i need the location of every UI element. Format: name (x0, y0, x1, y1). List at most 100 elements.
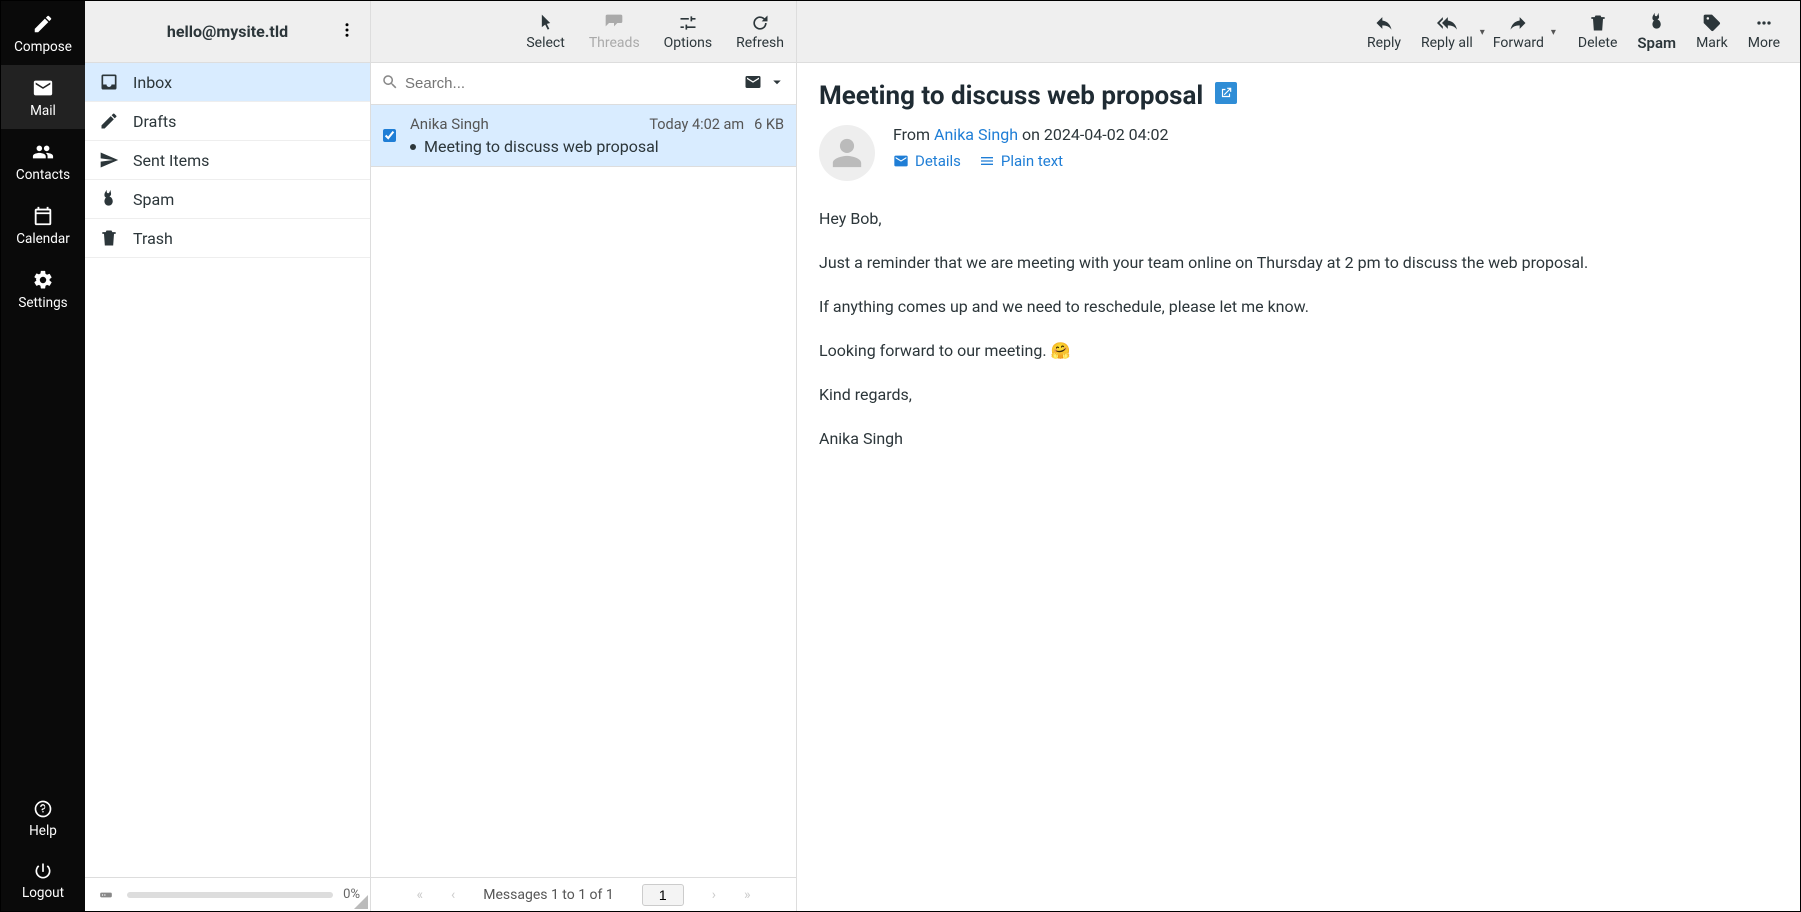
more-button[interactable]: More (1738, 1, 1790, 62)
folder-drafts[interactable]: Drafts (85, 102, 370, 141)
nav-logout-label: Logout (22, 885, 64, 901)
pager-next[interactable]: › (712, 887, 716, 903)
spam-button[interactable]: Spam (1627, 1, 1686, 62)
forward-label: Forward (1493, 35, 1544, 51)
from-line: From Anika Singh on 2024-04-02 04:02 (893, 125, 1169, 144)
message-list: Anika Singh Today 4:02 am 6 KB Meeting t… (371, 105, 796, 877)
folder-sent[interactable]: Sent Items (85, 141, 370, 180)
toolbar-threads[interactable]: Threads (577, 1, 652, 62)
message-checkbox[interactable] (383, 129, 396, 142)
cursor-icon (536, 13, 556, 33)
envelope-icon (744, 73, 762, 91)
content-column: Reply Reply all ▾ Forward ▾ Delete Spam (797, 1, 1800, 911)
inbox-icon (99, 72, 119, 92)
body-p1: Hey Bob, (819, 207, 1778, 231)
nav-compose-label: Compose (14, 39, 72, 55)
more-icon (1754, 13, 1774, 33)
kebab-icon (338, 21, 356, 39)
replyall-icon (1437, 13, 1457, 33)
folder-drafts-label: Drafts (133, 112, 176, 131)
nav-settings[interactable]: Settings (1, 257, 85, 321)
open-window-button[interactable] (1215, 82, 1237, 104)
folder-spam[interactable]: Spam (85, 180, 370, 219)
mail-icon (32, 77, 54, 99)
account-email: hello@mysite.tld (167, 22, 288, 41)
nav-help-label: Help (29, 823, 57, 839)
nav-mail-label: Mail (30, 103, 56, 119)
mark-button[interactable]: Mark (1686, 1, 1738, 62)
delete-button[interactable]: Delete (1568, 1, 1627, 62)
resize-handle-icon[interactable] (354, 895, 368, 909)
body-p6: Anika Singh (819, 427, 1778, 451)
pager-first[interactable]: « (416, 887, 423, 903)
from-link[interactable]: Anika Singh (934, 125, 1018, 144)
forward-icon (1508, 13, 1528, 33)
pager-last[interactable]: » (744, 887, 751, 903)
delete-label: Delete (1578, 35, 1617, 51)
nav-mail[interactable]: Mail (1, 65, 85, 129)
folder-inbox[interactable]: Inbox (85, 63, 370, 102)
message-size: 6 KB (754, 116, 784, 133)
toolbar-select-label: Select (526, 35, 564, 51)
reply-button[interactable]: Reply (1357, 1, 1411, 62)
send-icon (99, 150, 119, 170)
nav-logout[interactable]: Logout (1, 849, 85, 911)
folder-trash-label: Trash (133, 229, 173, 248)
disk-icon (95, 888, 117, 902)
nav-settings-label: Settings (18, 295, 67, 311)
list-toolbar: Select Threads Options Refresh (371, 1, 796, 63)
toolbar-select[interactable]: Select (514, 1, 576, 62)
lines-icon (979, 153, 995, 169)
forward-button[interactable]: Forward ▾ (1483, 1, 1554, 62)
gear-icon (32, 269, 54, 291)
contacts-icon (32, 141, 54, 163)
search-bar (371, 63, 796, 105)
replyall-button[interactable]: Reply all ▾ (1411, 1, 1483, 62)
message-from: Anika Singh (410, 115, 489, 133)
plaintext-link[interactable]: Plain text (979, 152, 1063, 170)
account-menu-button[interactable] (338, 21, 356, 43)
calendar-icon (32, 205, 54, 227)
view-datetime: 2024-04-02 04:02 (1044, 125, 1169, 144)
envelope-icon (893, 153, 909, 169)
trash-icon (1588, 13, 1608, 33)
reply-icon (1374, 13, 1394, 33)
toolbar-threads-label: Threads (589, 35, 640, 51)
nav-compose[interactable]: Compose (1, 1, 85, 65)
body-p2: Just a reminder that we are meeting with… (819, 251, 1778, 275)
mark-label: Mark (1696, 35, 1728, 51)
details-label: Details (915, 152, 961, 170)
pencil-icon (99, 111, 119, 131)
help-icon (33, 799, 53, 819)
nav-calendar[interactable]: Calendar (1, 193, 85, 257)
sliders-icon (678, 13, 698, 33)
external-link-icon (1219, 86, 1233, 100)
body-p4: Looking forward to our meeting. 🤗 (819, 339, 1778, 363)
chevron-down-icon (768, 73, 786, 91)
toolbar-options[interactable]: Options (652, 1, 724, 62)
search-icon (381, 73, 399, 95)
toolbar-options-label: Options (664, 35, 712, 51)
nav-contacts[interactable]: Contacts (1, 129, 85, 193)
details-link[interactable]: Details (893, 152, 961, 170)
folder-trash[interactable]: Trash (85, 219, 370, 258)
nav-contacts-label: Contacts (16, 167, 70, 183)
body-p3: If anything comes up and we need to resc… (819, 295, 1778, 319)
pager-page-input[interactable] (642, 884, 684, 906)
message-row[interactable]: Anika Singh Today 4:02 am 6 KB Meeting t… (371, 105, 796, 167)
compose-icon (32, 13, 54, 35)
spam-label: Spam (1637, 34, 1676, 52)
chevron-down-icon[interactable]: ▾ (1551, 27, 1556, 38)
pager-prev[interactable]: ‹ (451, 887, 455, 903)
avatar (819, 125, 875, 181)
search-options-button[interactable] (768, 73, 786, 95)
tag-icon (1702, 13, 1722, 33)
refresh-icon (750, 13, 770, 33)
nav-help[interactable]: Help (1, 787, 85, 849)
search-scope-button[interactable] (744, 73, 762, 95)
folder-spam-label: Spam (133, 190, 174, 209)
toolbar-refresh[interactable]: Refresh (724, 1, 796, 62)
quota-bar: 0% (85, 877, 370, 911)
search-input[interactable] (399, 69, 744, 98)
toolbar-refresh-label: Refresh (736, 35, 784, 51)
